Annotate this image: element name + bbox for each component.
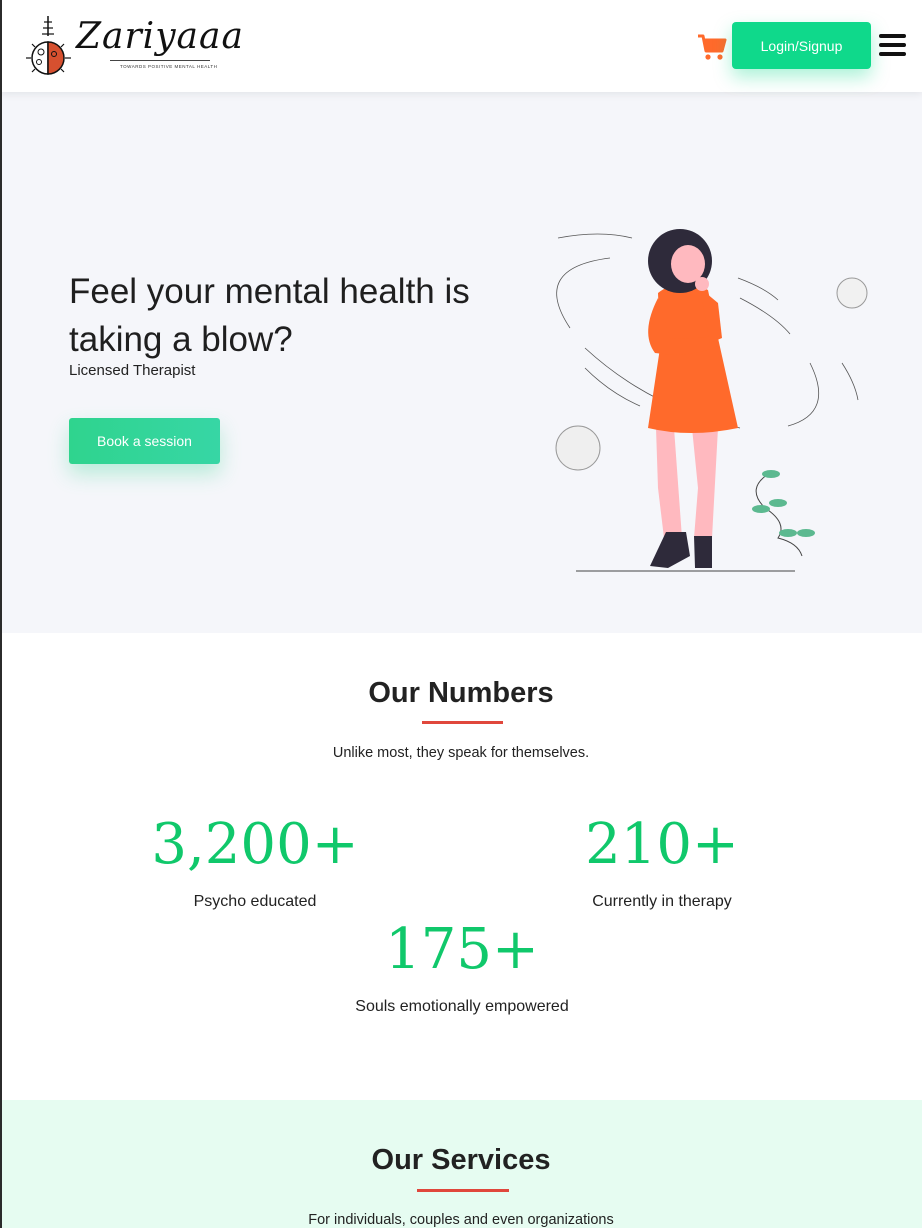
numbers-title: Our Numbers	[368, 677, 554, 709]
book-session-button[interactable]: Book a session	[69, 418, 220, 464]
services-title: Our Services	[371, 1144, 551, 1176]
hero-subtitle: Licensed Therapist	[69, 362, 196, 379]
zariyaaa-logo[interactable]: Zariyaaa TOWARDS POSITIVE MENTAL HEALTH	[24, 14, 243, 80]
cart-icon[interactable]	[697, 33, 727, 61]
login-signup-button[interactable]: Login/Signup	[732, 22, 871, 69]
logo-divider	[110, 60, 210, 61]
services-section: Our Services For individuals, couples an…	[0, 1100, 922, 1228]
hero-section: Feel your mental health is taking a blow…	[0, 92, 922, 633]
stat-label-empowered: Souls emotionally empowered	[355, 998, 569, 1015]
stat-value-empowered: 175+	[385, 917, 539, 982]
brain-lighthouse-logo-icon	[26, 16, 71, 75]
numbers-title-underline	[422, 721, 503, 724]
thinking-woman-illustration	[555, 229, 868, 572]
site-header: Zariyaaa TOWARDS POSITIVE MENTAL HEALTH …	[0, 0, 922, 92]
services-title-underline	[417, 1189, 509, 1192]
hero-title: Feel your mental health is taking a blow…	[69, 272, 470, 359]
stat-label-in-therapy: Currently in therapy	[592, 893, 732, 910]
stat-label-psycho-educated: Psycho educated	[193, 893, 317, 910]
numbers-subtitle: Unlike most, they speak for themselves.	[332, 745, 590, 761]
page-left-border	[0, 0, 2, 1228]
services-subtitle: For individuals, couples and even organi…	[308, 1212, 614, 1228]
logo-tagline: TOWARDS POSITIVE MENTAL HEALTH	[120, 64, 218, 69]
stat-value-psycho-educated: 3,200+	[151, 812, 359, 877]
stat-value-in-therapy: 210+	[585, 812, 739, 877]
logo-wordmark: Zariyaaa	[76, 16, 244, 57]
hamburger-menu-icon[interactable]	[879, 34, 907, 58]
